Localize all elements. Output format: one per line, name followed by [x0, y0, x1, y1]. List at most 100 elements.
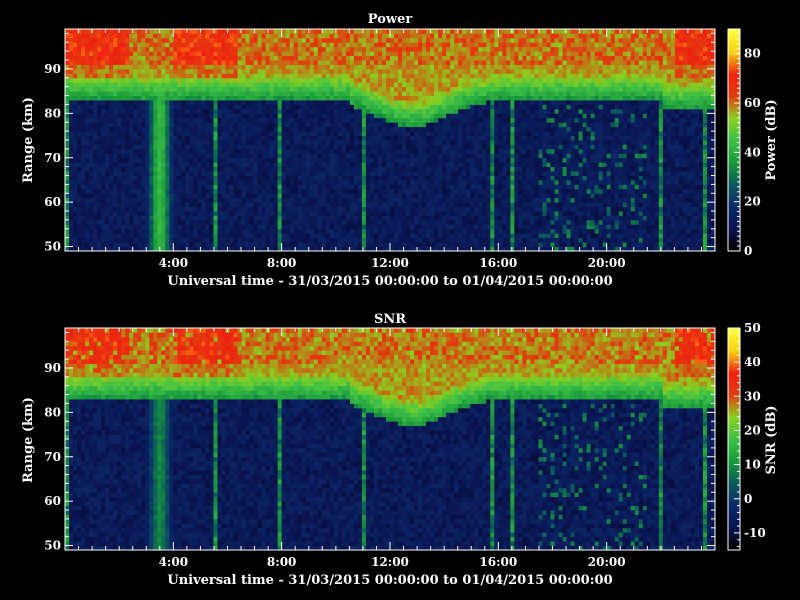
heatmap-cell: [89, 224, 94, 230]
heatmap-cell: [442, 131, 447, 136]
heatmap-cell: [321, 233, 327, 239]
heatmap-cell: [173, 46, 178, 52]
heatmap-cell: [446, 166, 451, 172]
heatmap-cell: [129, 42, 134, 48]
heatmap-cell: [454, 64, 459, 70]
heatmap-cell: [365, 55, 371, 61]
heatmap-cell: [438, 179, 443, 185]
heatmap-cell: [197, 42, 202, 48]
heatmap-cell: [325, 166, 331, 172]
heatmap-cell: [169, 233, 174, 239]
heatmap-cell: [357, 211, 363, 216]
heatmap-cell: [109, 157, 114, 163]
heatmap-cell: [289, 179, 295, 185]
heatmap-cell: [101, 55, 106, 61]
heatmap-cell: [237, 224, 242, 230]
heatmap-cell: [153, 42, 158, 48]
heatmap-cell: [345, 224, 351, 230]
heatmap-cell: [157, 202, 162, 207]
heatmap-cell: [173, 42, 178, 48]
heatmap-cell: [406, 55, 411, 61]
heatmap-cell: [101, 37, 106, 43]
heatmap-cell: [225, 117, 230, 123]
heatmap-cell: [289, 60, 295, 65]
heatmap-cell: [261, 131, 267, 136]
heatmap-cell: [305, 166, 311, 172]
heatmap-cell: [390, 184, 395, 190]
heatmap-cell: [169, 73, 174, 79]
heatmap-cell: [422, 237, 427, 243]
heatmap-cell: [121, 153, 126, 159]
heatmap-cell: [129, 144, 134, 150]
heatmap-cell: [109, 73, 114, 79]
heatmap-cell: [169, 86, 174, 92]
heatmap-cell: [161, 157, 166, 163]
heatmap-cell: [245, 42, 250, 48]
heatmap-cell: [101, 122, 106, 128]
heatmap-cell: [93, 131, 98, 136]
heatmap-cell: [233, 29, 238, 34]
heatmap-cell: [245, 131, 250, 136]
heatmap-cell: [426, 77, 431, 83]
heatmap-cell: [398, 197, 403, 203]
heatmap-cell: [173, 166, 178, 172]
heatmap-cell: [85, 228, 90, 234]
heatmap-cell: [229, 193, 234, 199]
heatmap-cell: [301, 29, 307, 34]
heatmap-cell: [446, 82, 451, 88]
heatmap-cell: [325, 211, 331, 216]
heatmap-cell: [454, 73, 459, 79]
heatmap-cell: [349, 157, 355, 163]
heatmap-cell: [289, 148, 295, 154]
heatmap-cell: [317, 157, 323, 163]
heatmap-cell: [261, 51, 267, 57]
heatmap-cell: [93, 193, 98, 199]
heatmap-cell: [390, 60, 395, 65]
heatmap-cell: [377, 211, 383, 216]
heatmap-cell: [309, 55, 315, 61]
heatmap-cell: [365, 122, 371, 128]
heatmap-cell: [438, 42, 443, 48]
heatmap-cell: [209, 91, 214, 96]
heatmap-cell: [297, 237, 303, 243]
heatmap-cell: [285, 46, 291, 52]
heatmap-cell: [69, 73, 74, 79]
heatmap-cell: [293, 242, 299, 247]
heatmap-cell: [193, 117, 198, 123]
heatmap-cell: [450, 122, 455, 128]
heatmap-cell: [209, 153, 214, 159]
heatmap-cell: [458, 144, 463, 150]
heatmap-cell: [357, 153, 363, 159]
heatmap-cell: [329, 153, 335, 159]
heatmap-cell: [177, 73, 182, 79]
heatmap-cell: [105, 104, 110, 110]
heatmap-cell: [373, 86, 379, 92]
heatmap-cell: [398, 82, 403, 88]
heatmap-cell: [77, 29, 82, 34]
heatmap-cell: [269, 117, 275, 123]
heatmap-cell: [93, 148, 98, 154]
heatmap-cell: [125, 100, 130, 105]
heatmap-cell: [261, 215, 267, 221]
heatmap-cell: [341, 162, 347, 168]
heatmap-cell: [430, 242, 435, 247]
heatmap-cell: [217, 73, 222, 79]
heatmap-cell: [85, 233, 90, 239]
heatmap-cell: [281, 60, 287, 65]
heatmap-cell: [153, 166, 158, 172]
heatmap-cell: [341, 211, 347, 216]
heatmap-cell: [333, 100, 339, 105]
heatmap-cell: [349, 64, 355, 70]
heatmap-cell: [181, 184, 186, 190]
heatmap-cell: [209, 117, 214, 123]
heatmap-cell: [390, 68, 395, 74]
heatmap-cell: [277, 113, 283, 119]
heatmap-cell: [301, 95, 307, 101]
heatmap-cell: [97, 91, 102, 96]
heatmap-cell: [221, 211, 226, 216]
heatmap-cell: [141, 126, 146, 132]
heatmap-cell: [185, 42, 190, 48]
heatmap-cell: [193, 188, 198, 194]
heatmap-cell: [325, 131, 331, 136]
heatmap-cell: [241, 166, 246, 172]
